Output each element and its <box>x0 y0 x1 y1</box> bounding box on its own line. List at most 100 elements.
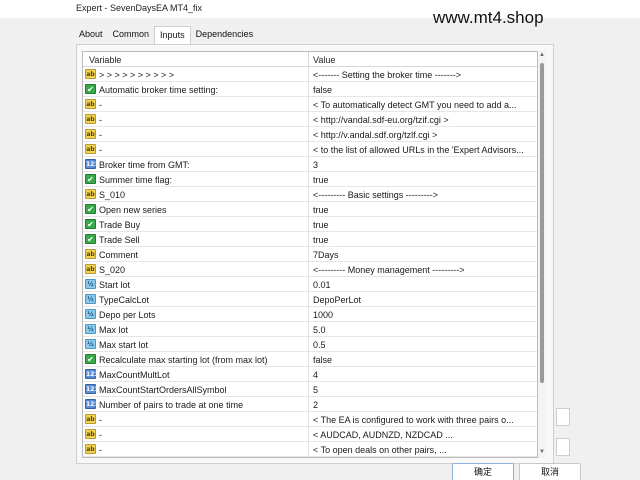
table-row[interactable]: 123 MaxCountStartOrdersAllSymbol 5 <box>83 382 537 397</box>
side-button-1[interactable] <box>556 408 570 426</box>
table-row[interactable]: ✔ Automatic broker time setting: false <box>83 82 537 97</box>
variable-value[interactable]: < to the list of allowed URLs in the 'Ex… <box>313 145 535 155</box>
variable-name: MaxCountStartOrdersAllSymbol <box>99 385 227 395</box>
side-button-2[interactable] <box>556 438 570 456</box>
variable-value[interactable]: true <box>313 205 535 215</box>
variable-value[interactable]: 0.5 <box>313 340 535 350</box>
variable-name: Trade Buy <box>99 220 141 230</box>
variable-value[interactable]: false <box>313 85 535 95</box>
variable-value[interactable]: true <box>313 175 535 185</box>
watermark-text: www.mt4.shop <box>433 8 544 27</box>
table-row[interactable]: ✔ Trade Buy true <box>83 217 537 232</box>
string-type-icon: ab <box>85 114 96 124</box>
bool-type-icon: ✔ <box>85 84 96 94</box>
variable-name: - <box>99 430 102 440</box>
table-row[interactable]: ab Comment 7Days <box>83 247 537 262</box>
table-row[interactable]: ½ Max start lot 0.5 <box>83 337 537 352</box>
cell-divider <box>308 262 309 277</box>
table-row[interactable]: 123 MaxCountMultLot 4 <box>83 367 537 382</box>
tab-about[interactable]: About <box>74 26 108 44</box>
cell-divider <box>308 97 309 112</box>
variable-name: MaxCountMultLot <box>99 370 170 380</box>
tab-dependencies[interactable]: Dependencies <box>191 26 259 44</box>
table-row[interactable]: 123 Broker time from GMT: 3 <box>83 157 537 172</box>
cancel-button[interactable]: 取消 <box>519 463 581 480</box>
string-type-icon: ab <box>85 189 96 199</box>
variable-name: Automatic broker time setting: <box>99 85 219 95</box>
table-row[interactable]: ½ TypeCalcLot DepoPerLot <box>83 292 537 307</box>
scroll-down-arrow-icon[interactable]: ▼ <box>538 449 546 457</box>
double-type-icon: ½ <box>85 294 96 304</box>
ok-button[interactable]: 确定 <box>452 463 514 480</box>
variable-value[interactable]: < To open deals on other pairs, ... <box>313 445 535 455</box>
int-type-icon: 123 <box>85 369 99 379</box>
variable-name: Trade Sell <box>99 235 140 245</box>
table-row[interactable]: ✔ Recalculate max starting lot (from max … <box>83 352 537 367</box>
double-type-icon: ½ <box>85 279 96 289</box>
bool-type-icon: ✔ <box>85 234 96 244</box>
table-row[interactable]: ab S_010 <--------- Basic settings -------… <box>83 187 537 202</box>
table-row[interactable]: ab > > > > > > > > > > <------- Setting th… <box>83 67 537 82</box>
table-row[interactable]: ½ Max lot 5.0 <box>83 322 537 337</box>
variable-value[interactable]: < To automatically detect GMT you need t… <box>313 100 535 110</box>
variable-name: - <box>99 115 102 125</box>
scroll-up-arrow-icon[interactable]: ▲ <box>538 52 546 60</box>
variable-value[interactable]: 0.01 <box>313 280 535 290</box>
variable-value[interactable]: 1000 <box>313 310 535 320</box>
variable-value[interactable]: false <box>313 355 535 365</box>
table-row[interactable]: ab - < To open deals on other pairs, ... <box>83 442 537 457</box>
variable-value[interactable]: <--------- Money management ---------> <box>313 265 535 275</box>
variable-value[interactable]: < AUDCAD, AUDNZD, NZDCAD ... <box>313 430 535 440</box>
table-row[interactable]: ab - < to the list of allowed URLs in the … <box>83 142 537 157</box>
variable-value[interactable]: < http://v.andal.sdf.org/tzlf.cgi > <box>313 130 535 140</box>
cell-divider <box>308 412 309 427</box>
table-row[interactable]: ab - < The EA is configured to work with t… <box>83 412 537 427</box>
string-type-icon: ab <box>85 264 96 274</box>
variable-value[interactable]: true <box>313 220 535 230</box>
bool-type-icon: ✔ <box>85 354 96 364</box>
cell-divider <box>308 112 309 127</box>
variable-value[interactable]: 5.0 <box>313 325 535 335</box>
variable-name: Comment <box>99 250 139 260</box>
variable-value[interactable]: <------- Setting the broker time -------… <box>313 70 535 80</box>
table-row[interactable]: 123 Number of pairs to trade at one time 2 <box>83 397 537 412</box>
vertical-scrollbar[interactable]: ▲ ▼ <box>538 51 546 458</box>
string-type-icon: ab <box>85 144 96 154</box>
cell-divider <box>308 82 309 97</box>
table-row[interactable]: ab - < http://vandal.sdf-eu.org/tzif.cgi > <box>83 112 537 127</box>
tab-inputs[interactable]: Inputs <box>154 26 191 44</box>
variable-value[interactable]: 2 <box>313 400 535 410</box>
variable-value[interactable]: < http://vandal.sdf-eu.org/tzif.cgi > <box>313 115 535 125</box>
cell-divider <box>308 442 309 457</box>
variable-value[interactable]: 3 <box>313 160 535 170</box>
table-row[interactable]: ab S_020 <--------- Money management -----… <box>83 262 537 277</box>
cell-divider <box>308 67 309 82</box>
tab-bar: About Common Inputs Dependencies <box>74 26 258 44</box>
variable-value[interactable]: 7Days <box>313 250 535 260</box>
scroll-thumb[interactable] <box>540 63 544 383</box>
column-divider[interactable] <box>308 52 309 67</box>
table-row[interactable]: ✔ Trade Sell true <box>83 232 537 247</box>
cell-divider <box>308 292 309 307</box>
table-row[interactable]: ab - < http://v.andal.sdf.org/tzlf.cgi > <box>83 127 537 142</box>
table-row[interactable]: ✔ Open new series true <box>83 202 537 217</box>
tab-common[interactable]: Common <box>108 26 155 44</box>
grid-header: Variable Value <box>83 52 537 67</box>
table-row[interactable]: ½ Start lot 0.01 <box>83 277 537 292</box>
variable-value[interactable]: true <box>313 235 535 245</box>
table-row[interactable]: ½ Depo per Lots 1000 <box>83 307 537 322</box>
variable-value[interactable]: DepoPerLot <box>313 295 535 305</box>
variable-value[interactable]: 5 <box>313 385 535 395</box>
variable-value[interactable]: <--------- Basic settings ---------> <box>313 190 535 200</box>
table-row[interactable]: ab - < To automatically detect GMT you nee… <box>83 97 537 112</box>
table-row[interactable]: ab - < AUDCAD, AUDNZD, NZDCAD ... <box>83 427 537 442</box>
cell-divider <box>308 352 309 367</box>
table-row[interactable]: ✔ Summer time flag: true <box>83 172 537 187</box>
cell-divider <box>308 172 309 187</box>
string-type-icon: ab <box>85 69 96 79</box>
column-header-variable[interactable]: Variable <box>89 55 121 65</box>
cell-divider <box>308 427 309 442</box>
column-header-value[interactable]: Value <box>313 55 335 65</box>
variable-value[interactable]: 4 <box>313 370 535 380</box>
variable-value[interactable]: < The EA is configured to work with thre… <box>313 415 535 425</box>
